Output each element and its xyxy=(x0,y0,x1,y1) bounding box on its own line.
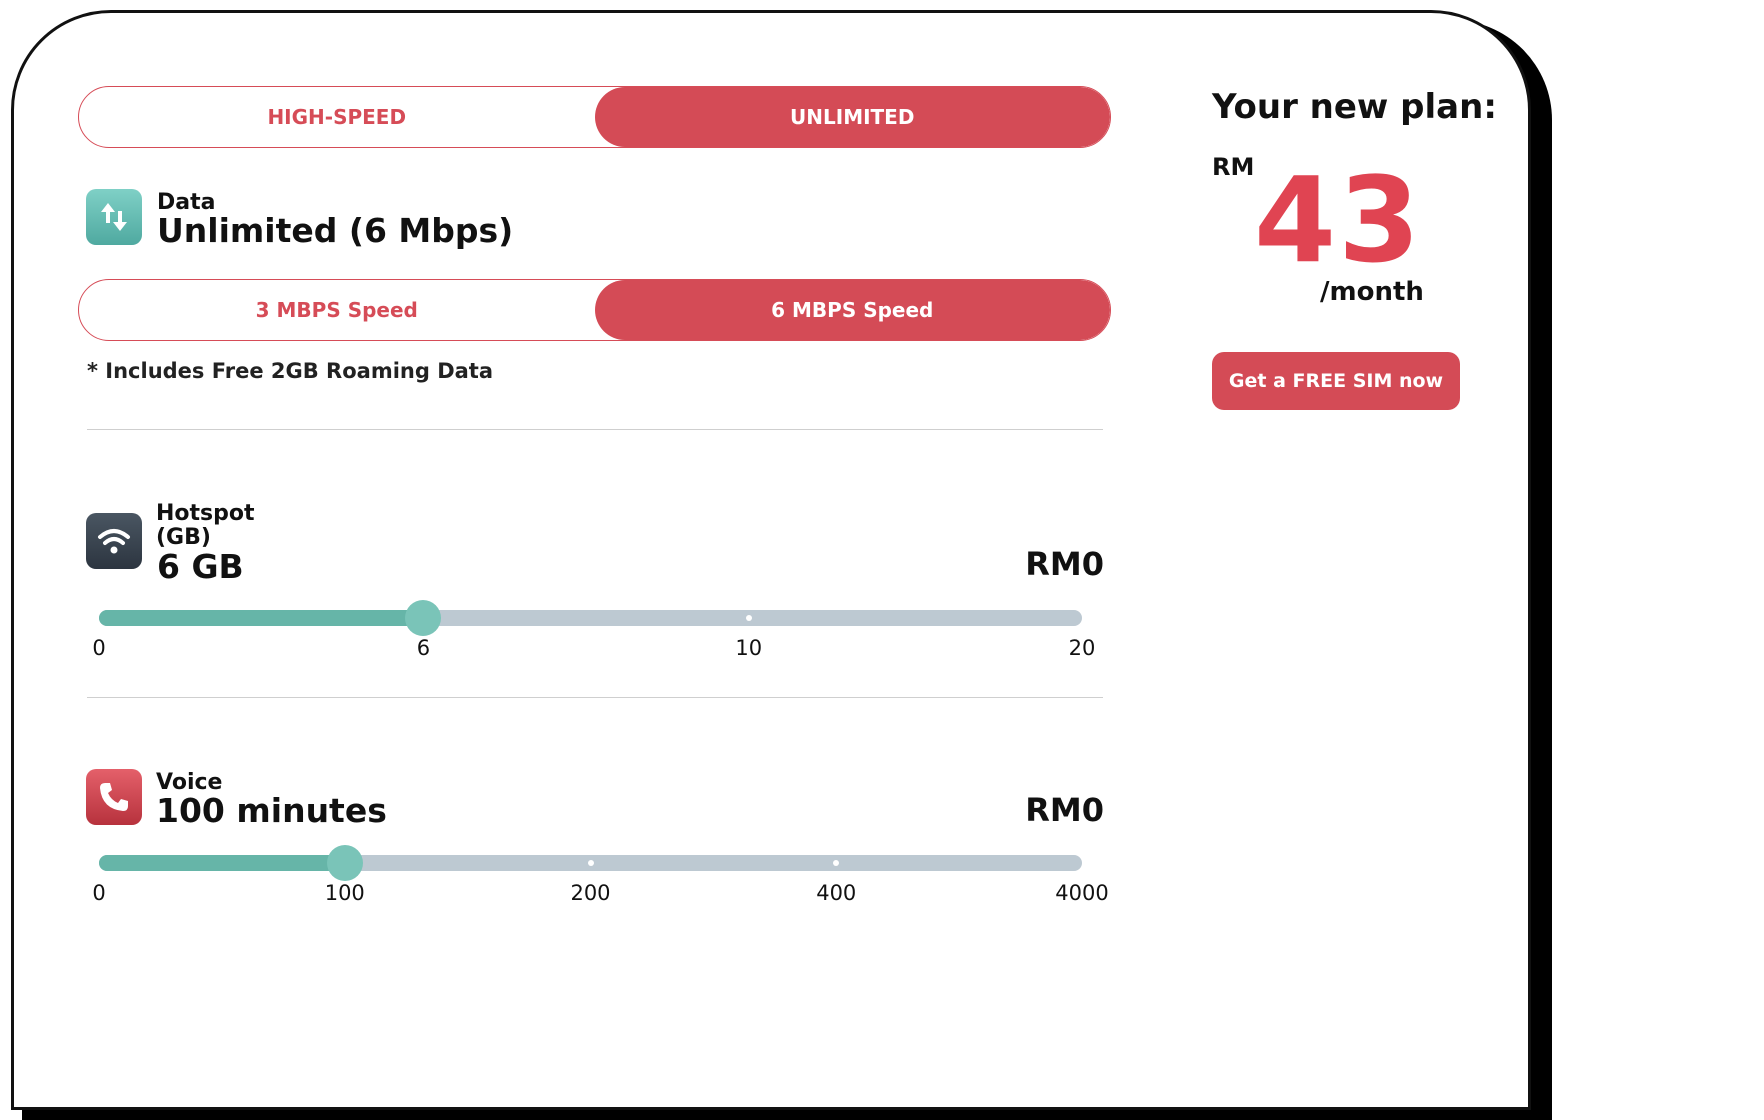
slider-fill xyxy=(99,610,424,626)
summary-title: Your new plan: xyxy=(1212,87,1497,127)
voice-value: 100 minutes xyxy=(156,791,387,830)
voice-slider[interactable]: 0 100 200 400 4000 xyxy=(92,845,1109,905)
slider-thumb[interactable] xyxy=(405,600,442,636)
price-amount: 43 xyxy=(1254,151,1423,289)
roaming-note: * Includes Free 2GB Roaming Data xyxy=(87,359,494,383)
slider-step-dot[interactable] xyxy=(587,860,594,866)
slider-tick-label: 4000 xyxy=(1055,881,1109,905)
slider-tick-label: 6 xyxy=(416,636,431,660)
hotspot-value: 6 GB xyxy=(157,547,244,586)
slider-step-dot[interactable] xyxy=(745,615,752,621)
plan-builder-card: HIGH-SPEED UNLIMITED Data Unlimited (6 M… xyxy=(11,10,1531,1110)
divider xyxy=(87,429,1103,430)
data-value: Unlimited (6 Mbps) xyxy=(157,211,514,250)
hotspot-slider[interactable]: 0 6 10 20 xyxy=(92,600,1095,660)
hotspot-label: Hotspot xyxy=(156,501,255,526)
get-free-sim-button[interactable]: Get a FREE SIM now xyxy=(1212,352,1460,410)
slider-tick-label: 0 xyxy=(92,636,106,660)
slider-tick-label: 200 xyxy=(570,881,611,905)
divider xyxy=(87,697,1103,698)
slider-tick-label: 10 xyxy=(735,636,763,660)
wifi-icon xyxy=(86,513,142,569)
price-period: /month xyxy=(1320,277,1424,307)
voice-price: RM0 xyxy=(1025,791,1104,829)
plan-type-toggle: HIGH-SPEED UNLIMITED xyxy=(78,86,1111,148)
tab-unlimited[interactable]: UNLIMITED xyxy=(594,87,1110,147)
slider-tick-label: 20 xyxy=(1068,636,1096,660)
speed-toggle: 3 MBPS Speed 6 MBPS Speed xyxy=(78,279,1111,341)
hotspot-price: RM0 xyxy=(1025,545,1104,583)
slider-thumb[interactable] xyxy=(326,845,363,881)
currency-label: RM xyxy=(1212,153,1255,181)
slider-tick-label: 400 xyxy=(816,881,857,905)
slider-fill xyxy=(99,855,345,871)
tab-high-speed[interactable]: HIGH-SPEED xyxy=(79,87,595,147)
phone-icon xyxy=(86,769,142,825)
data-transfer-arrows-icon xyxy=(86,189,142,245)
slider-tick-label: 0 xyxy=(92,881,106,905)
slider-tick-label: 100 xyxy=(324,881,365,905)
speed-option-3mbps[interactable]: 3 MBPS Speed xyxy=(79,280,595,340)
speed-option-6mbps[interactable]: 6 MBPS Speed xyxy=(594,280,1110,340)
